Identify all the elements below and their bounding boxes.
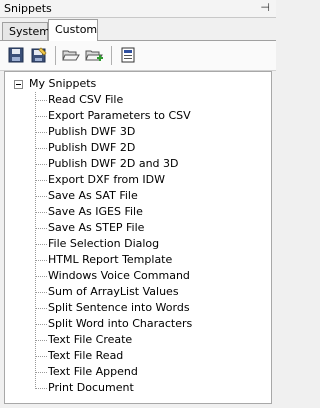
save-icon[interactable] <box>6 45 26 65</box>
snippet-window-icon[interactable] <box>118 45 138 65</box>
tree-branch-line <box>35 260 47 261</box>
tree-item-label: File Selection Dialog <box>48 237 160 250</box>
tree-item-label: Save As SAT File <box>48 189 138 202</box>
tree-branch-line <box>35 164 47 165</box>
tree-item-label: Print Document <box>48 381 134 394</box>
tree-item-label: Publish DWF 2D and 3D <box>48 157 179 170</box>
tree-branch-line <box>35 228 47 229</box>
tree-branch-line <box>35 356 47 357</box>
tree-branch-line <box>35 180 47 181</box>
tree-branch-line <box>35 292 47 293</box>
save-as-icon[interactable] <box>29 45 49 65</box>
tree-branch-line <box>35 372 47 373</box>
collapse-toggle-icon[interactable] <box>14 80 23 89</box>
tree-branch-line <box>35 132 47 133</box>
tree-branch-line <box>35 308 47 309</box>
tree-root-label[interactable]: My Snippets <box>29 77 96 91</box>
tree-branch-line <box>35 100 47 101</box>
tree-branch-line <box>35 212 47 213</box>
tab-custom[interactable]: Custom <box>48 19 98 41</box>
tree-branch-line <box>35 244 47 245</box>
tree-branch-line <box>35 148 47 149</box>
tab-strip: System Custom <box>0 18 276 41</box>
tree-item-label: Save As STEP File <box>48 221 145 234</box>
snippet-tree: My Snippets Read CSV File Export Paramete… <box>4 71 272 404</box>
new-folder-icon[interactable] <box>84 45 104 65</box>
tree-item-label: Split Sentence into Words <box>48 301 190 314</box>
tree-item-label: Publish DWF 2D <box>48 141 136 154</box>
tree-item-label: Text File Read <box>48 349 124 362</box>
panel-titlebar: Snippets ⊣ <box>0 0 276 18</box>
tree-connector <box>35 92 36 387</box>
tree-item-label: Read CSV File <box>48 93 124 106</box>
tree-item-label: Text File Append <box>48 365 138 378</box>
pin-icon[interactable]: ⊣ <box>260 1 270 14</box>
tree-item-label: Windows Voice Command <box>48 269 190 282</box>
tree-item-label: Split Word into Characters <box>48 317 193 330</box>
tree-branch-line <box>35 116 47 117</box>
tree-item-label: HTML Report Template <box>48 253 173 266</box>
tree-item-label: Export DXF from IDW <box>48 173 166 186</box>
tree-branch-line <box>35 340 47 341</box>
tree-branch-line <box>35 196 47 197</box>
open-folder-icon[interactable] <box>61 45 81 65</box>
panel-title: Snippets <box>4 2 52 15</box>
tab-system[interactable]: System <box>2 22 50 40</box>
tree-branch-line <box>35 388 47 389</box>
tree-item-label: Sum of ArrayList Values <box>48 285 179 298</box>
tree-branch-line <box>35 276 47 277</box>
tree-item-label: Publish DWF 3D <box>48 125 136 138</box>
toolbar <box>0 41 276 71</box>
tree-branch-line <box>35 324 47 325</box>
tree-item-label: Text File Create <box>48 333 133 346</box>
tree-item-label: Export Parameters to CSV <box>48 109 191 122</box>
tree-item-label: Save As IGES File <box>48 205 143 218</box>
